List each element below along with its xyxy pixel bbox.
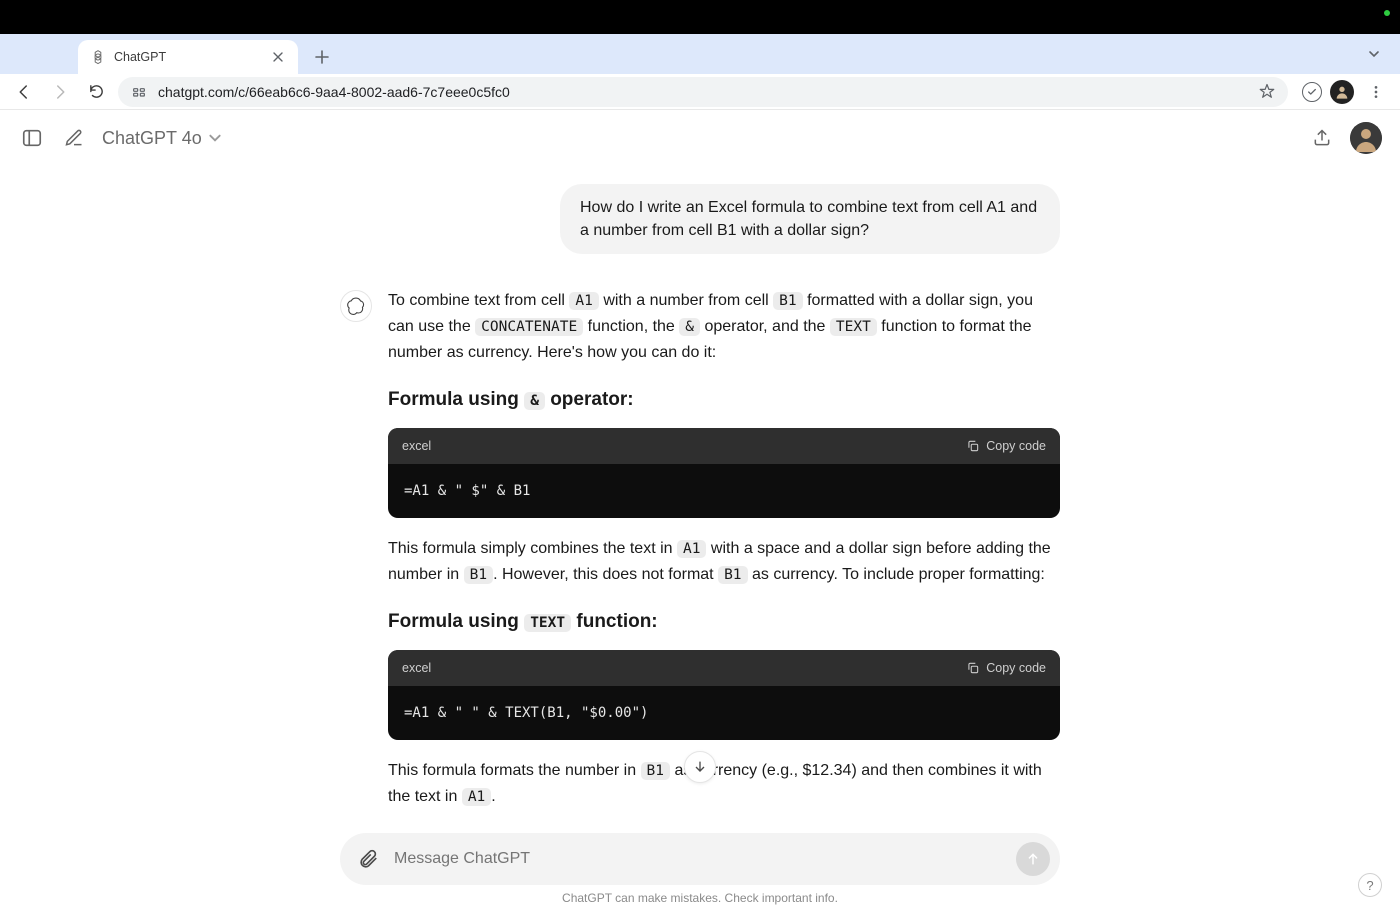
user-avatar[interactable] [1350, 122, 1382, 154]
attach-button[interactable] [354, 845, 382, 873]
address-bar[interactable]: chatgpt.com/c/66eab6c6-9aa4-8002-aad6-7c… [118, 77, 1288, 107]
app-header: ChatGPT 4o [0, 110, 1400, 166]
section-heading: Formula using TEXT function: [388, 607, 1060, 637]
send-button[interactable] [1016, 842, 1050, 876]
extension-icon[interactable] [1302, 82, 1322, 102]
assistant-paragraph: This formula formats the number in B1 as… [388, 758, 1060, 809]
assistant-paragraph: To combine text from cell A1 with a numb… [388, 288, 1060, 365]
chatgpt-app: ChatGPT 4o How do I write an Excel formu… [0, 110, 1400, 911]
tabs-dropdown-button[interactable] [1360, 40, 1388, 68]
new-chat-button[interactable] [60, 124, 88, 152]
code-block: excel Copy code =A1 & " " & TEXT(B1, "$0… [388, 650, 1060, 740]
composer [340, 833, 1060, 885]
inline-code: TEXT [830, 318, 877, 336]
code-header: excel Copy code [388, 428, 1060, 464]
back-button[interactable] [10, 78, 38, 106]
code-language: excel [402, 658, 431, 678]
browser-tab[interactable]: ChatGPT [78, 40, 298, 74]
assistant-message-row: To combine text from cell A1 with a numb… [340, 288, 1060, 823]
tab-strip: ChatGPT [0, 34, 1400, 74]
inline-code: A1 [569, 292, 598, 310]
inline-code: B1 [773, 292, 802, 310]
code-body: =A1 & " " & TEXT(B1, "$0.00") [388, 686, 1060, 740]
inline-code: B1 [464, 566, 493, 584]
chevron-down-icon [208, 131, 222, 145]
model-selector[interactable]: ChatGPT 4o [102, 128, 222, 149]
assistant-paragraph: This formula simply combines the text in… [388, 536, 1060, 587]
new-tab-button[interactable] [308, 43, 336, 71]
section-heading: Formula using & operator: [388, 385, 1060, 415]
assistant-message: To combine text from cell A1 with a numb… [388, 288, 1060, 823]
inline-code: CONCATENATE [475, 318, 583, 336]
disclaimer-text: ChatGPT can make mistakes. Check importa… [562, 891, 838, 905]
inline-code: & [679, 318, 700, 336]
inline-code: A1 [462, 788, 491, 806]
code-body: =A1 & " $" & B1 [388, 464, 1060, 518]
chrome-profile-avatar[interactable] [1330, 80, 1354, 104]
chrome-menu-icon[interactable] [1362, 78, 1390, 106]
model-label: ChatGPT 4o [102, 128, 202, 149]
inline-code: B1 [641, 762, 670, 780]
inline-code: A1 [677, 540, 706, 558]
user-message-row: How do I write an Excel formula to combi… [340, 184, 1060, 254]
address-row: chatgpt.com/c/66eab6c6-9aa4-8002-aad6-7c… [0, 74, 1400, 110]
toggle-sidebar-button[interactable] [18, 124, 46, 152]
tab-title: ChatGPT [114, 50, 262, 64]
help-button[interactable]: ? [1358, 873, 1382, 897]
share-button[interactable] [1308, 124, 1336, 152]
close-tab-icon[interactable] [270, 49, 286, 65]
scroll-to-bottom-button[interactable] [684, 751, 716, 783]
message-input[interactable] [394, 850, 1004, 868]
composer-area: ChatGPT can make mistakes. Check importa… [0, 825, 1400, 911]
url-text: chatgpt.com/c/66eab6c6-9aa4-8002-aad6-7c… [158, 84, 1248, 100]
inline-code: & [524, 392, 545, 410]
conversation-scroll[interactable]: How do I write an Excel formula to combi… [0, 166, 1400, 911]
openai-favicon [90, 49, 106, 65]
copy-icon [966, 661, 980, 675]
copy-code-button[interactable]: Copy code [966, 436, 1046, 456]
code-language: excel [402, 436, 431, 456]
forward-button[interactable] [46, 78, 74, 106]
browser-chrome: ChatGPT chatgpt.com/c/66eab6c6-9aa4-8002… [0, 34, 1400, 110]
code-header: excel Copy code [388, 650, 1060, 686]
inline-code: TEXT [524, 614, 571, 632]
copy-code-button[interactable]: Copy code [966, 658, 1046, 678]
os-titlebar [0, 0, 1400, 34]
toolbar-right [1302, 78, 1390, 106]
inline-code: B1 [718, 566, 747, 584]
code-block: excel Copy code =A1 & " $" & B1 [388, 428, 1060, 518]
reload-button[interactable] [82, 78, 110, 106]
user-message: How do I write an Excel formula to combi… [560, 184, 1060, 254]
camera-indicator [1384, 10, 1390, 16]
copy-icon [966, 439, 980, 453]
bookmark-icon[interactable] [1258, 83, 1276, 101]
assistant-avatar [340, 290, 372, 322]
site-info-icon[interactable] [130, 83, 148, 101]
